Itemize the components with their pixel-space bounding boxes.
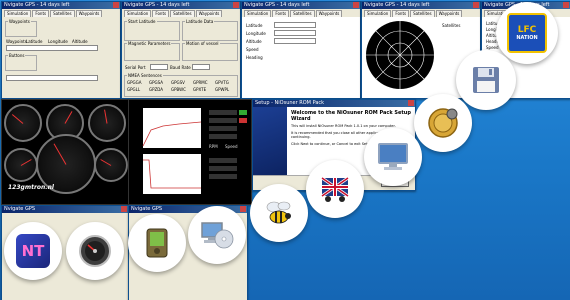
- oil-gauge: [94, 148, 128, 182]
- nmea-checkbox[interactable]: GPZDA: [149, 87, 163, 92]
- rpm-gauge: [4, 104, 42, 142]
- group-label: Start Latitude: [127, 19, 157, 24]
- nmea-group: NMEA Sentences GPGGA GPGSA GPGSV GPRMC G…: [124, 73, 238, 97]
- line-chart-panel: [142, 108, 247, 194]
- nt-logo-text: NT: [21, 242, 45, 260]
- window-title-bar: Nvigate GPS - 14 days left: [242, 2, 360, 9]
- temp-gauge: [4, 148, 38, 182]
- speedometer-app[interactable]: [66, 222, 124, 280]
- lfc-nation-icon: LFC NATION: [507, 13, 547, 53]
- field-label: Speed: [246, 47, 259, 52]
- window-title-bar: Nvigate GPS - 14 days left: [2, 2, 120, 9]
- group-label: Motion of vessel: [185, 41, 220, 46]
- nmea-checkbox[interactable]: GPGSA: [149, 80, 163, 85]
- field-label: Altitude: [246, 39, 262, 44]
- nt-app[interactable]: NT: [4, 222, 62, 280]
- nmea-checkbox[interactable]: GPWPL: [215, 87, 229, 92]
- field-label: Heading: [246, 55, 263, 60]
- nmea-checkbox[interactable]: GPVTG: [215, 80, 229, 85]
- satellites-label: Satellites: [442, 23, 461, 28]
- value-field[interactable]: [274, 38, 316, 44]
- computer-cd-icon: [201, 222, 234, 249]
- group-label: NMEA Sentences: [127, 73, 163, 78]
- window-title-bar: Nvigate GPS: [2, 206, 128, 213]
- floppy-disk-icon: [473, 67, 499, 93]
- collage-stage: Nvigate GPS - 14 days left Simulation Fo…: [0, 0, 570, 300]
- field-label: Latitude: [26, 39, 43, 44]
- field-label: Latitude: [246, 23, 263, 28]
- truck-flag-icon: [321, 176, 349, 202]
- buttons-group: Buttons: [5, 53, 37, 71]
- window-title-bar: Nvigate GPS - 14 days left: [122, 2, 240, 9]
- window-body: Latitude Longitude Altitude Speed Headin…: [242, 17, 360, 98]
- nmea-checkbox[interactable]: GPGGA: [127, 80, 141, 85]
- window-body: Start Latitude Latitude Data Magnetic Pa…: [122, 17, 240, 98]
- monitor-app[interactable]: [364, 128, 422, 186]
- monitor-icon: [378, 143, 408, 170]
- speedometer-icon: [79, 235, 111, 267]
- boost-gauge: [88, 104, 126, 142]
- pda-icon: [146, 228, 168, 258]
- gps-window-simulation: Nvigate GPS - 14 days left Simulation Fo…: [121, 1, 241, 99]
- pda-app[interactable]: [128, 214, 186, 272]
- serial-port-select[interactable]: [150, 64, 168, 70]
- serial-port-label: Serial Port: [125, 65, 146, 70]
- waypoint-input[interactable]: [6, 45, 98, 51]
- computer-cd-app[interactable]: [188, 206, 246, 264]
- nation-text: NATION: [516, 34, 538, 41]
- lfc-text: LFC: [517, 24, 537, 35]
- chart-dashboard: RPM Speed: [128, 99, 252, 205]
- latitude-data-group: Latitude Data: [182, 19, 238, 41]
- nmea-checkbox[interactable]: GPGSV: [171, 80, 185, 85]
- gps-window-position: Nvigate GPS - 14 days left Simulation Fo…: [241, 1, 361, 99]
- bee-icon: [266, 201, 291, 224]
- group-label: Magnetic Parameters: [127, 41, 172, 46]
- window-title-bar: Nvigate GPS - 14 days left: [362, 2, 480, 9]
- group-label: Latitude Data: [185, 19, 215, 24]
- nmea-checkbox[interactable]: GPXTE: [193, 87, 206, 92]
- field-label: Longitude: [246, 31, 266, 36]
- field-label: Longitude: [48, 39, 68, 44]
- value-field[interactable]: [274, 22, 316, 28]
- gold-coin-gear-icon: [428, 108, 458, 138]
- magnetic-group: Magnetic Parameters: [124, 41, 180, 61]
- baud-rate-label: Baud Rate: [170, 65, 191, 70]
- nmea-checkbox[interactable]: GPBWC: [171, 87, 186, 92]
- field-label: Altitude: [72, 39, 88, 44]
- waypoint-input[interactable]: [6, 75, 98, 81]
- start-latitude-group: Start Latitude: [124, 19, 180, 41]
- nmea-checkbox[interactable]: GPGLL: [127, 87, 140, 92]
- coin-app[interactable]: [414, 94, 472, 152]
- group-label: Waypoints: [8, 19, 31, 24]
- nmea-checkbox[interactable]: GPRMC: [193, 80, 208, 85]
- group-label: Buttons: [8, 53, 26, 58]
- nt-logo-icon: NT: [16, 234, 50, 268]
- field-label: Waypoints: [6, 39, 27, 44]
- dashboard-brand: 123gmtron.nl: [8, 184, 54, 191]
- window-title-bar: Setup - NiOsuner ROM Pack: [253, 100, 415, 107]
- gps-window-waypoints: Nvigate GPS - 14 days left Simulation Fo…: [1, 1, 121, 99]
- bee-app[interactable]: [250, 184, 308, 242]
- wizard-heading: Welcome to the NiOsuner ROM Pack Setup W…: [291, 110, 411, 122]
- value-field[interactable]: [274, 30, 316, 36]
- baud-rate-select[interactable]: [192, 64, 210, 70]
- panel-label: RPM: [209, 144, 218, 149]
- window-body: Waypoints Waypoints Latitude Longitude A…: [2, 17, 120, 98]
- panel-label: Speed: [225, 144, 238, 149]
- motion-group: Motion of vessel: [182, 41, 238, 61]
- gauge-dashboard: 123gmtron.nl: [1, 99, 129, 205]
- waypoints-group: Waypoints: [5, 19, 37, 37]
- truck-app[interactable]: [306, 160, 364, 218]
